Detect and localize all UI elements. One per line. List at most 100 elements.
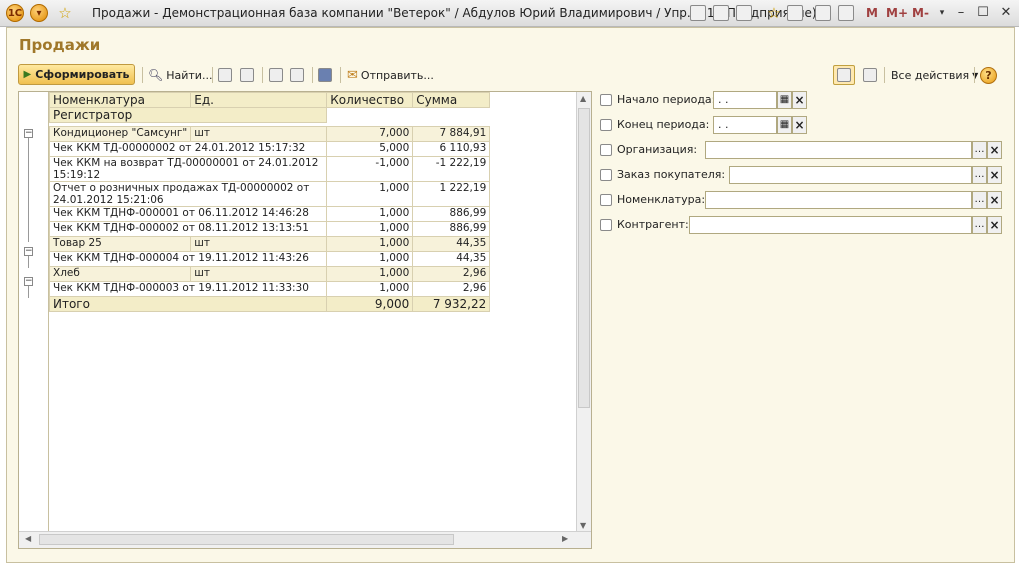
select-button[interactable]: … xyxy=(972,216,987,234)
row-quantity: 1,000 xyxy=(326,206,414,222)
period-start-input[interactable]: . . xyxy=(713,91,777,109)
clear-icon[interactable]: × xyxy=(987,191,1002,209)
hscroll-thumb[interactable] xyxy=(39,534,454,545)
table-row[interactable]: Чек ККМ ТДНФ-000003 от 19.11.2012 11:33:… xyxy=(48,281,491,297)
scroll-up-icon[interactable]: ▲ xyxy=(580,94,586,103)
organization-checkbox[interactable] xyxy=(600,144,612,156)
table-row[interactable]: Чек ККМ ТДНФ-000002 от 08.11.2012 13:13:… xyxy=(48,221,491,237)
send-button[interactable]: ✉ Отправить... xyxy=(347,66,434,84)
collapse-group-icon[interactable]: − xyxy=(24,129,33,138)
row-quantity: 1,000 xyxy=(326,181,414,207)
add-favorite-icon[interactable]: ☆ xyxy=(765,4,783,22)
filter-nomenclature: Номенклатура: … × xyxy=(595,191,1007,209)
printer-icon xyxy=(269,68,283,82)
table-row[interactable]: Чек ККМ ТД-00000002 от 24.01.2012 15:17:… xyxy=(48,141,491,157)
report-spreadsheet[interactable]: − − − Номенклатура Ед. Количество Сумма … xyxy=(18,91,592,549)
vertical-scrollbar[interactable]: ▲ ▼ xyxy=(576,92,591,532)
counterparty-checkbox[interactable] xyxy=(600,219,612,231)
all-actions-menu[interactable]: Все действия ▼ xyxy=(891,66,978,84)
clear-icon[interactable]: × xyxy=(792,91,807,109)
nomenclature-checkbox[interactable] xyxy=(600,194,612,206)
calendar-icon[interactable] xyxy=(838,5,854,21)
maximize-icon[interactable]: ☐ xyxy=(974,5,992,21)
settings-panel-toggle[interactable] xyxy=(833,65,855,85)
memory-plus-button[interactable]: M+ xyxy=(886,6,908,20)
total-row[interactable]: Итого 9,000 7 932,22 xyxy=(48,296,491,312)
panel-icon xyxy=(837,68,851,82)
favorites-star-icon[interactable]: ☆ xyxy=(56,4,74,22)
table-row[interactable]: Кондиционер "Самсунг" шт 7,000 7 884,91 xyxy=(48,126,491,142)
clear-icon[interactable]: × xyxy=(987,166,1002,184)
calendar-icon[interactable]: ▦ xyxy=(777,91,792,109)
dropdown-arrow-icon[interactable]: ▾ xyxy=(933,5,951,21)
row-sum: 44,35 xyxy=(412,251,491,267)
scroll-thumb[interactable] xyxy=(578,108,590,408)
customer-order-label: Заказ покупателя: xyxy=(617,168,726,181)
window-titlebar: 1С ▾ ☆ Продажи - Демонстрационная база к… xyxy=(0,0,1019,27)
counterparty-input[interactable] xyxy=(689,216,972,234)
table-row[interactable]: Чек ККМ ТДНФ-000001 от 06.11.2012 14:46:… xyxy=(48,206,491,222)
scroll-right-icon[interactable]: ▶ xyxy=(562,534,568,543)
history-icon[interactable] xyxy=(787,5,803,21)
close-icon[interactable]: ✕ xyxy=(997,5,1015,21)
scroll-left-icon[interactable]: ◀ xyxy=(25,534,31,543)
print-button[interactable] xyxy=(269,66,283,84)
collapse-group-icon[interactable]: − xyxy=(24,247,33,256)
expand-groups-button[interactable] xyxy=(218,66,232,84)
print-preview-button[interactable] xyxy=(290,66,304,84)
customer-order-checkbox[interactable] xyxy=(600,169,612,181)
toolbar-divider xyxy=(884,67,885,83)
scroll-down-icon[interactable]: ▼ xyxy=(580,521,586,530)
nomenclature-input[interactable] xyxy=(705,191,972,209)
row-sum: 1 222,19 xyxy=(412,181,491,207)
table-row[interactable]: Чек ККМ на возврат ТД-00000001 от 24.01.… xyxy=(48,156,491,182)
toolbar-divider xyxy=(340,67,341,83)
find-button[interactable]: 🔍︎ Найти... xyxy=(148,66,212,84)
report-settings-button[interactable] xyxy=(863,66,877,84)
row-registrar-line1: Отчет о розничных продажах ТД-00000002 о… xyxy=(53,182,310,194)
calendar-icon[interactable]: ▦ xyxy=(777,116,792,134)
collapse-groups-button[interactable] xyxy=(240,66,254,84)
table-row[interactable]: Чек ККМ ТДНФ-000004 от 19.11.2012 11:43:… xyxy=(48,251,491,267)
row-registrar: Чек ККМ ТДНФ-000002 от 08.11.2012 13:13:… xyxy=(48,221,328,237)
organization-input[interactable] xyxy=(705,141,972,159)
help-button[interactable]: ? xyxy=(980,66,997,84)
row-nomenclature: Хлеб xyxy=(48,266,192,282)
table-row[interactable]: Товар 25 шт 1,000 44,35 xyxy=(48,236,491,252)
table-row[interactable]: Хлеб шт 1,000 2,96 xyxy=(48,266,491,282)
customer-order-input[interactable] xyxy=(729,166,972,184)
clear-icon[interactable]: × xyxy=(792,116,807,134)
row-quantity: 5,000 xyxy=(326,141,414,157)
select-button[interactable]: … xyxy=(972,141,987,159)
minimize-icon[interactable]: – xyxy=(952,5,970,21)
table-row[interactable]: Отчет о розничных продажах ТД-00000002 о… xyxy=(48,181,491,207)
main-menu-icon[interactable]: ▾ xyxy=(30,4,48,22)
period-end-checkbox[interactable] xyxy=(600,119,612,131)
horizontal-scrollbar[interactable]: ◀ ▶ xyxy=(19,531,591,548)
preview-icon[interactable] xyxy=(736,5,752,21)
calculator-icon[interactable] xyxy=(815,5,831,21)
clear-icon[interactable]: × xyxy=(987,216,1002,234)
print-icon[interactable] xyxy=(713,5,729,21)
generate-button[interactable]: ▶ Сформировать xyxy=(18,64,135,85)
collapse-group-icon[interactable]: − xyxy=(24,277,33,286)
save-button[interactable] xyxy=(318,66,332,84)
app-logo-icon[interactable]: 1С xyxy=(6,4,24,22)
column-header-registrar: Регистратор xyxy=(48,107,328,123)
period-end-input[interactable]: . . xyxy=(713,116,777,134)
row-quantity: 7,000 xyxy=(326,126,414,142)
clear-icon[interactable]: × xyxy=(987,141,1002,159)
period-start-checkbox[interactable] xyxy=(600,94,612,106)
column-header-unit: Ед. xyxy=(190,92,328,108)
tree-line xyxy=(28,256,29,268)
filter-period-end: Конец периода: . . ▦ × xyxy=(595,116,1007,134)
memory-minus-button[interactable]: M- xyxy=(912,6,929,20)
memory-button[interactable]: M xyxy=(866,6,878,20)
row-registrar: Чек ККМ ТДНФ-000003 от 19.11.2012 11:33:… xyxy=(48,281,328,297)
save-icon[interactable] xyxy=(690,5,706,21)
select-button[interactable]: … xyxy=(972,166,987,184)
select-button[interactable]: … xyxy=(972,191,987,209)
print-preview-icon xyxy=(290,68,304,82)
total-sum: 7 932,22 xyxy=(412,296,491,312)
row-quantity: -1,000 xyxy=(326,156,414,182)
